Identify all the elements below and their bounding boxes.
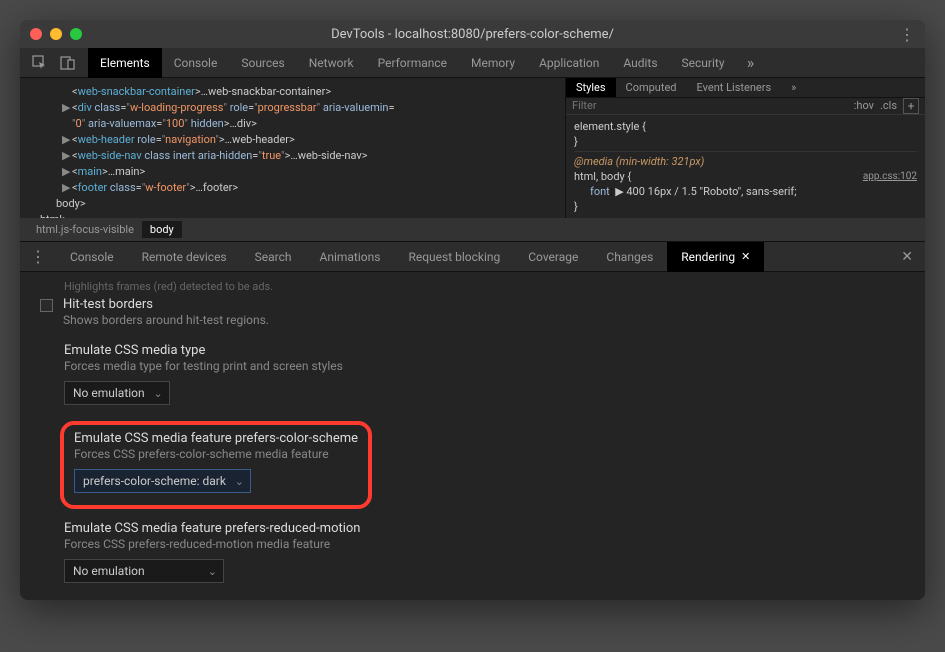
tab-elements[interactable]: Elements: [88, 48, 162, 78]
drawer-tab-changes[interactable]: Changes: [592, 242, 667, 272]
drawer-close-button[interactable]: ✕: [889, 249, 925, 265]
main-tabs: ElementsConsoleSourcesNetworkPerformance…: [88, 48, 737, 78]
dom-node[interactable]: ▶<web-side-nav class inert aria-hidden="…: [30, 148, 555, 164]
dom-node[interactable]: ▶<web-header role="navigation">…web-head…: [30, 132, 555, 148]
css-value: ▶ 400 16px / 1.5 "Roboto", sans-serif;: [615, 185, 796, 198]
faded-description: Highlights frames (red) detected to be a…: [64, 280, 905, 293]
main-toolbar: ElementsConsoleSourcesNetworkPerformance…: [20, 48, 925, 78]
checkbox-hit-test[interactable]: [40, 299, 53, 312]
media-query: @media (min-width: 321px): [574, 155, 704, 168]
toggle-hov[interactable]: :hov: [854, 99, 874, 112]
dom-node[interactable]: ▶<main>…main>: [30, 164, 555, 180]
inspect-element-icon[interactable]: [30, 53, 50, 73]
drawer-tab-request-blocking[interactable]: Request blocking: [394, 242, 514, 272]
window-controls: [30, 28, 82, 40]
tab-application[interactable]: Application: [527, 48, 611, 78]
select-color-scheme[interactable]: prefers-color-scheme: dark: [74, 469, 251, 493]
setting-desc: Forces CSS prefers-color-scheme media fe…: [74, 447, 358, 461]
setting-title: Emulate CSS media type: [64, 343, 905, 358]
dom-node[interactable]: body>: [30, 196, 555, 212]
setting-reduced-motion: Emulate CSS media feature prefers-reduce…: [40, 521, 905, 583]
drawer-tab-search[interactable]: Search: [241, 242, 306, 272]
select-reduced-motion[interactable]: No emulation: [64, 559, 224, 583]
drawer-tabs: ⋮ ConsoleRemote devicesSearchAnimationsR…: [20, 242, 925, 272]
styles-tab-event-listeners[interactable]: Event Listeners: [687, 78, 782, 97]
highlighted-setting: Emulate CSS media feature prefers-color-…: [60, 421, 372, 509]
setting-media-type: Emulate CSS media type Forces media type…: [40, 343, 905, 405]
close-tab-icon[interactable]: ✕: [741, 250, 750, 263]
breadcrumb-item[interactable]: body: [142, 221, 182, 238]
styles-filter-row: :hov .cls +: [566, 98, 925, 115]
device-toolbar-icon[interactable]: [58, 53, 78, 73]
tab-performance[interactable]: Performance: [366, 48, 459, 78]
maximize-window-button[interactable]: [70, 28, 82, 40]
dom-node[interactable]: "0" aria-valuemax="100" hidden>…div>: [30, 116, 555, 132]
drawer-tab-console[interactable]: Console: [56, 242, 128, 272]
elements-breadcrumb: html.js-focus-visiblebody: [20, 218, 925, 242]
select-media-type[interactable]: No emulation: [64, 381, 170, 405]
tab-audits[interactable]: Audits: [611, 48, 669, 78]
tab-network[interactable]: Network: [297, 48, 366, 78]
close-window-button[interactable]: [30, 28, 42, 40]
setting-title: Emulate CSS media feature prefers-color-…: [74, 431, 358, 446]
toggle-cls[interactable]: .cls: [880, 99, 897, 112]
drawer-menu-icon[interactable]: ⋮: [20, 247, 56, 266]
setting-desc: Forces CSS prefers-reduced-motion media …: [64, 537, 905, 551]
breadcrumb-item[interactable]: html.js-focus-visible: [28, 221, 142, 238]
main-panel: <web-snackbar-container>…web-snackbar-co…: [20, 78, 925, 218]
drawer-tab-remote-devices[interactable]: Remote devices: [128, 242, 241, 272]
tab-console[interactable]: Console: [162, 48, 230, 78]
setting-title: Emulate CSS media feature prefers-reduce…: [64, 521, 905, 536]
tab-security[interactable]: Security: [670, 48, 737, 78]
setting-desc: Forces media type for testing print and …: [64, 359, 905, 373]
styles-tab-computed[interactable]: Computed: [616, 78, 687, 97]
rule-selector: element.style {: [574, 120, 646, 133]
drawer-tab-rendering[interactable]: Rendering✕: [667, 242, 764, 272]
tab-memory[interactable]: Memory: [459, 48, 527, 78]
dom-node[interactable]: ▶<div class="w-loading-progress" role="p…: [30, 100, 555, 116]
styles-tabs-overflow-icon[interactable]: »: [781, 78, 806, 97]
tabs-overflow-icon[interactable]: »: [741, 53, 761, 73]
rule-close: }: [574, 200, 578, 213]
styles-rules[interactable]: element.style { } @media (min-width: 321…: [566, 115, 925, 218]
elements-tree[interactable]: <web-snackbar-container>…web-snackbar-co…: [20, 78, 565, 218]
dom-node[interactable]: ▶<footer class="w-footer">…footer>: [30, 180, 555, 196]
styles-filter-input[interactable]: [572, 99, 848, 112]
rule-close: }: [574, 135, 578, 148]
devtools-window: DevTools - localhost:8080/prefers-color-…: [20, 20, 925, 600]
drawer-tab-animations[interactable]: Animations: [306, 242, 395, 272]
rule-selector: html, body {: [574, 170, 631, 183]
tab-sources[interactable]: Sources: [229, 48, 296, 78]
css-prop: font: [590, 185, 610, 198]
window-title: DevTools - localhost:8080/prefers-color-…: [331, 27, 614, 42]
add-rule-button[interactable]: +: [903, 98, 919, 114]
titlebar: DevTools - localhost:8080/prefers-color-…: [20, 20, 925, 48]
setting-desc: Shows borders around hit-test regions.: [63, 313, 269, 327]
minimize-window-button[interactable]: [50, 28, 62, 40]
setting-hit-test: Hit-test borders Shows borders around hi…: [40, 297, 905, 327]
dom-node[interactable]: <web-snackbar-container>…web-snackbar-co…: [30, 84, 555, 100]
rendering-panel: Highlights frames (red) detected to be a…: [20, 272, 925, 600]
setting-title: Hit-test borders: [63, 297, 269, 312]
source-link[interactable]: app.css:102: [863, 169, 917, 184]
styles-panel: StylesComputedEvent Listeners» :hov .cls…: [565, 78, 925, 218]
styles-tab-styles[interactable]: Styles: [566, 78, 616, 97]
more-menu-icon[interactable]: ⋮: [899, 25, 915, 44]
drawer-tab-coverage[interactable]: Coverage: [514, 242, 592, 272]
styles-tabs: StylesComputedEvent Listeners»: [566, 78, 925, 98]
